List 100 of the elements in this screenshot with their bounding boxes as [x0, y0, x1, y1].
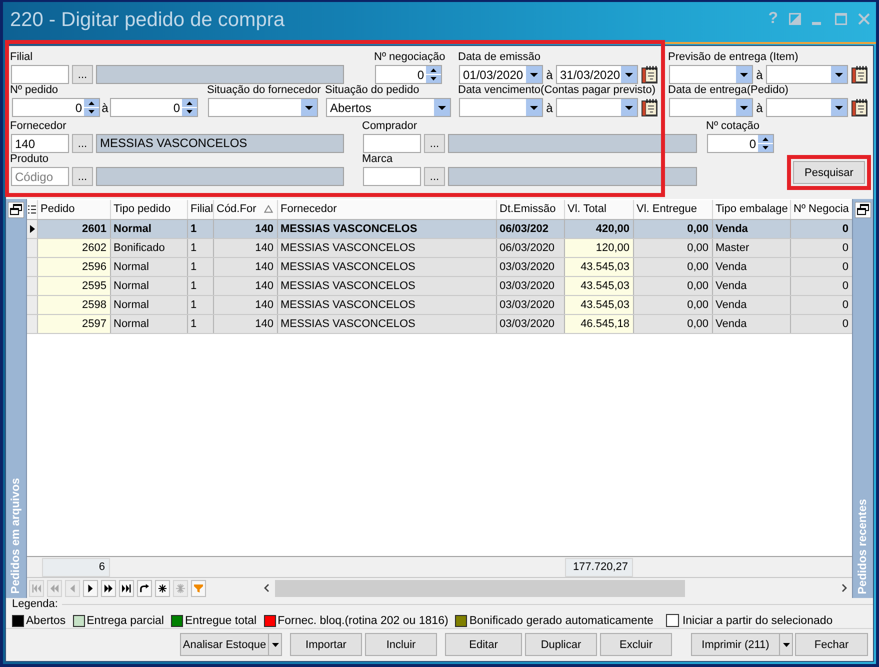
column-header[interactable]: Cód.For — [213, 200, 277, 219]
column-header[interactable]: Filial — [187, 200, 213, 219]
calendar-icon[interactable] — [851, 98, 868, 117]
table-row[interactable]: 2595 Normal 1 140 MESSIAS VASCONCELOS 03/03/2020 43.545,03 0,00 Venda 0 — [27, 276, 852, 295]
spin-arrows-icon[interactable] — [84, 99, 99, 116]
table-row[interactable]: 2597 Normal 1 140 MESSIAS VASCONCELOS 03/03/2020 46.545,18 0,00 Venda 0 — [27, 314, 852, 333]
dropdown-field[interactable] — [208, 98, 318, 117]
action-button[interactable]: Excluir — [600, 633, 672, 656]
spin-arrows-icon[interactable] — [426, 66, 441, 83]
date-field[interactable]: 01/03/2020 — [459, 65, 543, 84]
table-cell: 2602 — [37, 238, 110, 257]
legend-title: Legenda: — [12, 598, 58, 610]
scroll-right-icon[interactable] — [842, 584, 848, 592]
checkbox[interactable] — [666, 614, 680, 627]
restore-window-icon[interactable] — [8, 202, 24, 218]
first-record-icon — [32, 584, 41, 592]
table-row[interactable]: 2601 Normal 1 140 MESSIAS VASCONCELOS 06/03/202 420,00 0,00 Venda 0 — [27, 219, 852, 238]
dropdown-field[interactable]: Abertos — [326, 98, 451, 117]
table-row[interactable]: 2602 Bonificado 1 140 MESSIAS VASCONCELOS 06/03/2020 120,00 0,00 Master 0 — [27, 238, 852, 257]
code-field[interactable] — [363, 134, 421, 153]
calendar-icon[interactable] — [851, 65, 868, 84]
code-field[interactable] — [11, 65, 69, 84]
action-button[interactable]: Fechar — [795, 633, 868, 656]
number-field[interactable]: 0 — [12, 98, 100, 117]
next-record-button[interactable] — [82, 580, 98, 596]
range-separator: à — [545, 100, 554, 114]
table-cell: Bonificado — [110, 238, 187, 257]
column-chooser-button[interactable] — [27, 200, 37, 219]
table-row[interactable]: 2598 Normal 1 140 MESSIAS VASCONCELOS 03/03/2020 43.545,03 0,00 Venda 0 — [27, 295, 852, 314]
action-button[interactable]: Editar — [445, 633, 522, 656]
date-field[interactable] — [669, 98, 753, 117]
date-field[interactable] — [766, 65, 848, 84]
table-cell: 2601 — [37, 219, 110, 238]
dropdown-button[interactable] — [780, 633, 793, 656]
next-page-button[interactable] — [100, 580, 116, 596]
insert-button[interactable] — [154, 580, 170, 596]
right-triangle-icon — [86, 584, 95, 592]
date-field[interactable]: 31/03/2020 — [556, 65, 638, 84]
field-label: Data de emissão — [458, 51, 541, 65]
number-field[interactable]: 0 — [375, 65, 442, 84]
action-button[interactable]: Incluir — [365, 633, 437, 656]
spin-arrows-icon[interactable] — [182, 99, 197, 116]
column-header[interactable]: Vl. Total — [564, 200, 633, 219]
table-cell: 0,00 — [633, 295, 712, 314]
field-label: Nº cotação — [706, 120, 760, 134]
double-left-arrow-icon — [50, 584, 59, 592]
total-value: 177.720,27 — [565, 558, 633, 576]
table-cell: 1 — [187, 276, 213, 295]
restore-window-icon[interactable] — [855, 202, 871, 218]
table-cell: 1 — [187, 238, 213, 257]
table-cell: MESSIAS VASCONCELOS — [277, 257, 496, 276]
table-cell: Normal — [110, 257, 187, 276]
column-header[interactable]: Nº Negocia — [790, 200, 852, 219]
table-cell: Normal — [110, 219, 187, 238]
column-header[interactable]: Pedido — [37, 200, 110, 219]
action-button[interactable]: Imprimir (211) — [691, 633, 780, 656]
number-field[interactable]: 0 — [707, 134, 774, 153]
date-field[interactable] — [556, 98, 638, 117]
table-cell: 03/03/2020 — [496, 276, 564, 295]
table-cell: 1 — [187, 295, 213, 314]
table-cell: 140 — [213, 219, 277, 238]
curved-arrow-icon — [140, 584, 149, 592]
action-button[interactable]: Importar — [290, 633, 362, 656]
table-cell: 140 — [213, 314, 277, 333]
spin-arrows-icon[interactable] — [758, 135, 773, 152]
date-field[interactable] — [459, 98, 543, 117]
calendar-icon[interactable] — [641, 98, 658, 117]
refresh-button[interactable] — [136, 580, 152, 596]
browse-button[interactable]: ... — [72, 167, 93, 186]
row-header[interactable] — [27, 219, 37, 238]
browse-button[interactable]: ... — [424, 167, 445, 186]
column-header[interactable]: Tipo embalage — [712, 200, 790, 219]
action-button[interactable]: Analisar Estoque — [180, 633, 269, 656]
table-cell: 2598 — [37, 295, 110, 314]
table-cell: 06/03/202 — [496, 219, 564, 238]
browse-button[interactable]: ... — [424, 134, 445, 153]
code-field[interactable]: 140 — [11, 134, 69, 153]
table-row[interactable]: 2596 Normal 1 140 MESSIAS VASCONCELOS 03/03/2020 43.545,03 0,00 Venda 0 — [27, 257, 852, 276]
code-field[interactable] — [363, 167, 421, 186]
table-cell: Venda — [712, 314, 790, 333]
field-label: Comprador — [362, 120, 418, 134]
browse-button[interactable]: ... — [72, 134, 93, 153]
column-header[interactable]: Fornecedor — [277, 200, 496, 219]
date-field[interactable] — [766, 98, 848, 117]
search-button[interactable]: Pesquisar — [793, 161, 865, 184]
scrollbar-thumb[interactable] — [274, 580, 685, 596]
column-header[interactable]: Dt.Emissão — [496, 200, 564, 219]
dropdown-button[interactable] — [269, 633, 282, 656]
number-field[interactable]: 0 — [110, 98, 198, 117]
action-button[interactable]: Duplicar — [525, 633, 597, 656]
column-header[interactable]: Tipo pedido — [110, 200, 187, 219]
column-header[interactable]: Vl. Entregue — [633, 200, 712, 219]
code-field[interactable]: Código — [11, 167, 69, 186]
calendar-icon[interactable] — [641, 65, 658, 84]
browse-button[interactable]: ... — [72, 65, 93, 84]
checkbox-label[interactable]: Iniciar a partir do selecionado — [682, 614, 833, 626]
table-cell: Master — [712, 238, 790, 257]
date-field[interactable] — [669, 65, 753, 84]
scroll-left-icon[interactable] — [264, 584, 269, 592]
last-record-button[interactable] — [118, 580, 134, 596]
